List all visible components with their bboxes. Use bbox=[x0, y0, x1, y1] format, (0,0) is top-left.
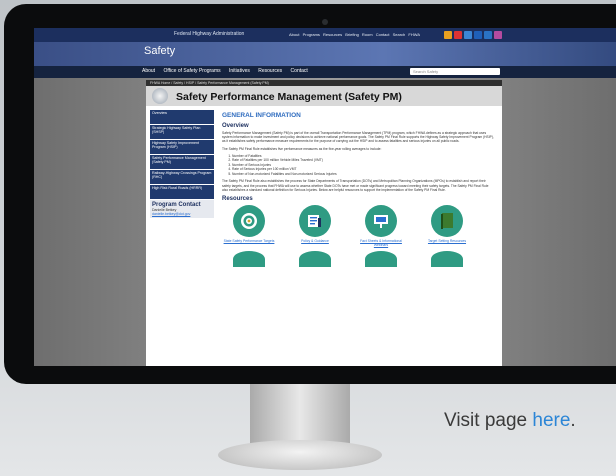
check-icon[interactable] bbox=[299, 250, 331, 267]
main-nav-bar bbox=[34, 66, 616, 78]
nav-item-contact[interactable]: Contact bbox=[291, 68, 308, 74]
resource-fact-sheets[interactable]: Fact Sheets & Informational Webinars bbox=[354, 204, 408, 247]
search-input[interactable]: Search Safety bbox=[410, 68, 500, 75]
nav-item-office-of-safety-programs[interactable]: Office of Safety Programs bbox=[163, 68, 220, 74]
nav-item-resources[interactable]: Resources bbox=[258, 68, 282, 74]
here-link[interactable]: here bbox=[532, 410, 570, 431]
resources-grid-row-2 bbox=[222, 250, 494, 267]
checklist-icon[interactable] bbox=[299, 204, 331, 237]
agency-name[interactable]: Federal Highway Administration bbox=[174, 31, 244, 37]
page-title: Safety Performance Management (Safety PM… bbox=[176, 91, 402, 103]
caption-text: Visit page bbox=[444, 410, 533, 431]
rule-text: The Safety PM Final Rule also establishe… bbox=[222, 179, 489, 192]
report-icon[interactable] bbox=[233, 250, 265, 267]
feed-icon[interactable] bbox=[444, 31, 452, 39]
linkedin-icon[interactable] bbox=[484, 31, 492, 39]
nav-item-about[interactable]: About bbox=[142, 68, 155, 74]
monitor-stand bbox=[250, 384, 350, 444]
sidebar-item-overview[interactable]: Overview bbox=[150, 110, 214, 124]
list-item: Number of Non-motorized Fatalities and N… bbox=[232, 172, 494, 177]
social-icons bbox=[444, 31, 502, 39]
resource-label[interactable]: Policy & Guidance bbox=[288, 239, 342, 243]
book-icon[interactable] bbox=[431, 204, 463, 237]
check-icon[interactable] bbox=[365, 250, 397, 267]
dot-seal-icon bbox=[152, 88, 168, 104]
main-nav: About Office of Safety Programs Initiati… bbox=[142, 68, 315, 74]
resource-policy[interactable]: Policy & Guidance bbox=[288, 204, 342, 247]
resource-label[interactable]: Fact Sheets & Informational Webinars bbox=[354, 239, 408, 247]
program-contact: Program Contact Danielle Betkey danielle… bbox=[150, 200, 214, 218]
overview-text: Safety Performance Management (Safety PM… bbox=[222, 131, 494, 144]
sidebar-item-hsip[interactable]: Highway Safety Improvement Program (HSIP… bbox=[150, 140, 214, 154]
visit-caption: Visit page here. bbox=[444, 410, 576, 432]
resource-target-setting[interactable]: Target Setting Resources bbox=[420, 204, 474, 247]
sidebar-item-rhc[interactable]: Railway-Highway Crossings Program (RHC) bbox=[150, 170, 214, 184]
resources-heading: Resources bbox=[222, 195, 253, 202]
resource-label[interactable]: State Safety Performance Targets bbox=[222, 239, 276, 243]
sidebar-item-hrrr[interactable]: High Risk Rural Roads (HRRR) bbox=[150, 185, 214, 199]
monitor-base bbox=[218, 440, 382, 470]
measures-list: Number of Fatalities Rate of Fatalities … bbox=[232, 154, 494, 177]
contact-email-link[interactable]: danielle.betkey@dot.gov bbox=[152, 212, 212, 216]
general-heading: GENERAL INFORMATION bbox=[222, 112, 301, 119]
measures-intro: The Safety PM Final Rule establishes fiv… bbox=[222, 146, 382, 151]
nav-item-initiatives[interactable]: Initiatives bbox=[229, 68, 250, 74]
monitor-screen: Federal Highway Administration About Pro… bbox=[34, 28, 616, 366]
resource-targets[interactable]: State Safety Performance Targets bbox=[222, 204, 276, 247]
presentation-icon[interactable] bbox=[365, 204, 397, 237]
resources-grid: State Safety Performance Targets Policy … bbox=[222, 204, 494, 247]
sidebar: Overview Strategic Highway Safety Plan (… bbox=[150, 110, 214, 218]
camera-icon bbox=[322, 19, 328, 25]
overview-heading: Overview bbox=[222, 123, 249, 129]
top-nav-links[interactable]: About Programs Resources Briefing Room C… bbox=[289, 32, 420, 37]
main-content: GENERAL INFORMATION Overview Safety Perf… bbox=[222, 112, 494, 267]
resource-label[interactable]: Target Setting Resources bbox=[420, 239, 474, 243]
monitor-frame: Federal Highway Administration About Pro… bbox=[4, 4, 616, 384]
chart-icon[interactable] bbox=[431, 250, 463, 267]
youtube-icon[interactable] bbox=[454, 31, 462, 39]
twitter-icon[interactable] bbox=[464, 31, 472, 39]
site-banner bbox=[34, 42, 616, 66]
caption-end: . bbox=[570, 410, 576, 431]
instagram-icon[interactable] bbox=[494, 31, 502, 39]
target-icon[interactable] bbox=[233, 204, 265, 237]
facebook-icon[interactable] bbox=[474, 31, 482, 39]
sidebar-item-shsp[interactable]: Strategic Highway Safety Plan (SHSP) bbox=[150, 125, 214, 139]
banner-title[interactable]: Safety bbox=[144, 45, 175, 57]
page-body: FHWA Home / Safety / HSIP / Safety Perfo… bbox=[146, 80, 502, 366]
sidebar-item-safety-pm[interactable]: Safety Performance Management (Safety PM… bbox=[150, 155, 214, 169]
